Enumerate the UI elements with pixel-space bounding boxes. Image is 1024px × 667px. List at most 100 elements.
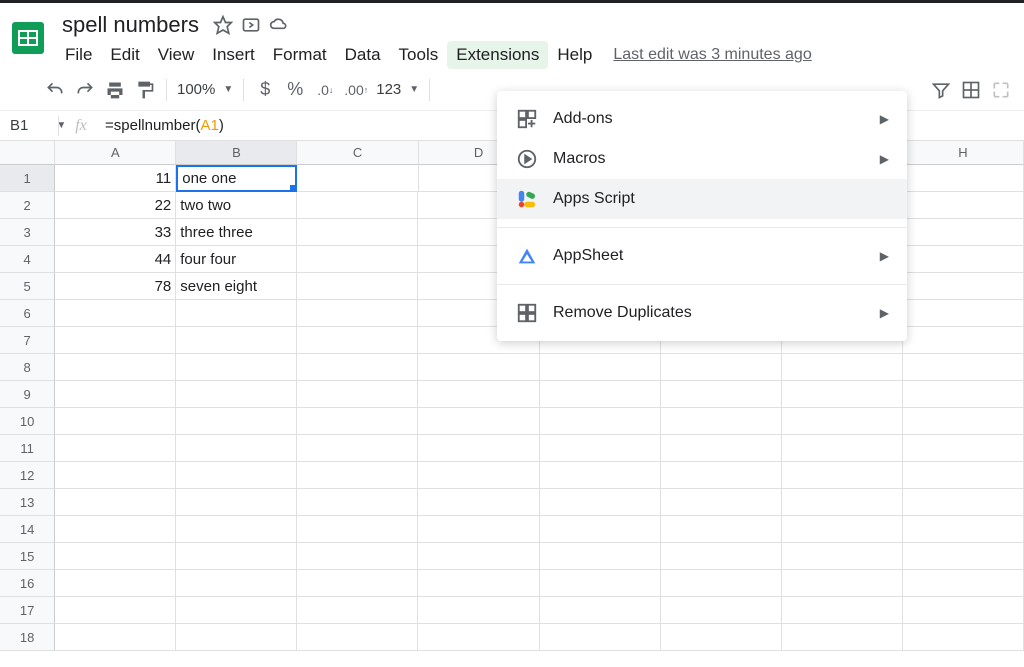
- cell[interactable]: 22: [55, 192, 176, 219]
- name-box[interactable]: B1▼: [0, 117, 58, 134]
- cell[interactable]: [782, 462, 903, 489]
- print-button[interactable]: [100, 76, 130, 104]
- cell[interactable]: [297, 354, 418, 381]
- cell[interactable]: [176, 300, 297, 327]
- expand-button[interactable]: [986, 76, 1016, 104]
- cell[interactable]: [661, 570, 782, 597]
- cell[interactable]: [540, 543, 661, 570]
- menu-edit[interactable]: Edit: [101, 41, 148, 69]
- document-title[interactable]: spell numbers: [56, 10, 205, 40]
- cell[interactable]: [297, 300, 418, 327]
- cell[interactable]: [540, 408, 661, 435]
- cell[interactable]: [903, 354, 1024, 381]
- cell[interactable]: [661, 516, 782, 543]
- menu-item-appsheet[interactable]: AppSheet▶: [497, 236, 907, 276]
- cell[interactable]: [540, 354, 661, 381]
- menu-help[interactable]: Help: [548, 41, 601, 69]
- cell[interactable]: [903, 219, 1024, 246]
- cell[interactable]: [55, 381, 176, 408]
- cell[interactable]: [540, 597, 661, 624]
- cell[interactable]: [297, 273, 418, 300]
- cell[interactable]: [782, 354, 903, 381]
- row-header[interactable]: 18: [0, 624, 55, 651]
- cell[interactable]: [903, 462, 1024, 489]
- cell[interactable]: [176, 435, 297, 462]
- row-header[interactable]: 2: [0, 192, 55, 219]
- menu-format[interactable]: Format: [264, 41, 336, 69]
- cell[interactable]: [782, 381, 903, 408]
- cell[interactable]: [176, 624, 297, 651]
- cell[interactable]: [176, 354, 297, 381]
- cell[interactable]: [297, 192, 418, 219]
- menu-item-apps-script[interactable]: Apps Script: [497, 179, 907, 219]
- cell[interactable]: four four: [176, 246, 297, 273]
- menu-item-add-ons[interactable]: Add-ons▶: [497, 99, 907, 139]
- column-header[interactable]: C: [297, 141, 418, 165]
- cell[interactable]: [55, 597, 176, 624]
- cell[interactable]: [661, 624, 782, 651]
- cell[interactable]: [297, 408, 418, 435]
- last-edit-link[interactable]: Last edit was 3 minutes ago: [613, 46, 811, 64]
- cell[interactable]: [297, 624, 418, 651]
- cell[interactable]: [903, 300, 1024, 327]
- cell[interactable]: [903, 381, 1024, 408]
- borders-button[interactable]: [956, 76, 986, 104]
- cell[interactable]: [782, 597, 903, 624]
- cell[interactable]: [297, 165, 418, 192]
- cell[interactable]: [540, 435, 661, 462]
- menu-insert[interactable]: Insert: [203, 41, 264, 69]
- cell[interactable]: two two: [176, 192, 297, 219]
- cell[interactable]: [297, 570, 418, 597]
- row-header[interactable]: 8: [0, 354, 55, 381]
- cell[interactable]: [55, 516, 176, 543]
- cell[interactable]: [661, 408, 782, 435]
- cell[interactable]: seven eight: [176, 273, 297, 300]
- cell[interactable]: [661, 597, 782, 624]
- cell[interactable]: [55, 489, 176, 516]
- cell[interactable]: [176, 570, 297, 597]
- row-header[interactable]: 9: [0, 381, 55, 408]
- cell[interactable]: [55, 408, 176, 435]
- cell[interactable]: [55, 570, 176, 597]
- cell[interactable]: [782, 489, 903, 516]
- menu-extensions[interactable]: Extensions: [447, 41, 548, 69]
- cell[interactable]: [176, 489, 297, 516]
- decrease-decimal-button[interactable]: .0↓: [310, 76, 340, 104]
- cell[interactable]: [418, 516, 539, 543]
- cell[interactable]: [176, 516, 297, 543]
- cell[interactable]: [418, 435, 539, 462]
- cell[interactable]: [418, 570, 539, 597]
- cell[interactable]: [55, 435, 176, 462]
- cell[interactable]: [903, 624, 1024, 651]
- menu-item-remove-duplicates[interactable]: Remove Duplicates▶: [497, 293, 907, 333]
- cell[interactable]: [176, 327, 297, 354]
- cell[interactable]: [176, 597, 297, 624]
- cell[interactable]: [55, 624, 176, 651]
- cell[interactable]: [903, 273, 1024, 300]
- cell[interactable]: [176, 408, 297, 435]
- cell[interactable]: [903, 543, 1024, 570]
- cell[interactable]: [540, 462, 661, 489]
- cell[interactable]: [903, 597, 1024, 624]
- cell[interactable]: [418, 489, 539, 516]
- cell[interactable]: [540, 489, 661, 516]
- cell[interactable]: [903, 489, 1024, 516]
- cell[interactable]: [540, 624, 661, 651]
- cell[interactable]: [297, 435, 418, 462]
- cell[interactable]: [903, 192, 1024, 219]
- row-header[interactable]: 6: [0, 300, 55, 327]
- cell[interactable]: [418, 597, 539, 624]
- column-header[interactable]: A: [55, 141, 176, 165]
- cell[interactable]: [297, 489, 418, 516]
- row-header[interactable]: 15: [0, 543, 55, 570]
- cell[interactable]: [782, 435, 903, 462]
- cell[interactable]: [782, 408, 903, 435]
- cell[interactable]: three three: [176, 219, 297, 246]
- row-header[interactable]: 5: [0, 273, 55, 300]
- cell[interactable]: [297, 327, 418, 354]
- menu-tools[interactable]: Tools: [390, 41, 448, 69]
- menu-file[interactable]: File: [56, 41, 101, 69]
- redo-button[interactable]: [70, 76, 100, 104]
- row-header[interactable]: 14: [0, 516, 55, 543]
- cell[interactable]: [297, 462, 418, 489]
